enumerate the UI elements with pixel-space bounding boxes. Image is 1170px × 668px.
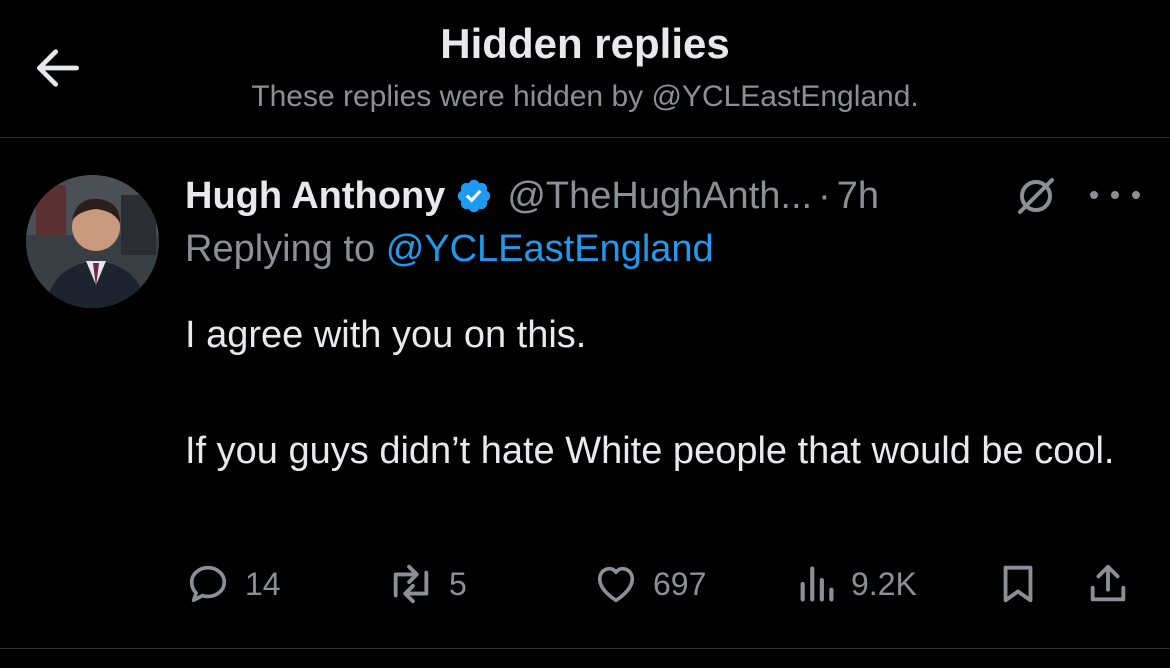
like-count: 697 <box>653 565 707 602</box>
bookmark-icon <box>1003 565 1033 603</box>
bookmark-button[interactable] <box>995 556 1041 612</box>
views-icon <box>800 566 834 602</box>
replying-to: Replying to @YCLEastEngland <box>185 228 714 271</box>
reply-button[interactable]: 14 <box>185 556 281 612</box>
share-button[interactable] <box>1085 556 1131 612</box>
repost-count: 5 <box>449 565 467 602</box>
tweet-text-line: If you guys didn’t hate White people tha… <box>185 430 1115 472</box>
grok-icon[interactable] <box>1012 172 1060 220</box>
author-handle[interactable]: @TheHughAnth... <box>507 175 812 218</box>
tweet-text-line: I agree with you on this. <box>185 314 587 356</box>
heart-icon <box>597 566 635 603</box>
avatar-image <box>26 175 159 308</box>
timestamp[interactable]: 7h <box>837 175 879 218</box>
more-dot <box>1132 191 1140 199</box>
tweet-body: I agree with you on this. If you guys di… <box>185 306 1145 480</box>
like-button[interactable]: 697 <box>593 556 706 612</box>
page-subtitle: These replies were hidden by @YCLEastEng… <box>251 80 919 113</box>
page-title: Hidden replies <box>440 20 730 67</box>
header: Hidden replies These replies were hidden… <box>0 0 1170 138</box>
replying-mention[interactable]: @YCLEastEngland <box>386 228 714 270</box>
views-count: 9.2K <box>851 565 917 602</box>
views-button[interactable]: 9.2K <box>795 556 917 612</box>
tweet-meta: Hugh Anthony @TheHughAnth... · 7h <box>185 168 879 224</box>
divider <box>0 648 1170 649</box>
reply-icon <box>189 565 227 603</box>
verified-badge-icon <box>458 179 491 213</box>
more-icon[interactable] <box>1090 178 1140 212</box>
replying-prefix: Replying to <box>185 228 376 270</box>
more-dot <box>1111 191 1119 199</box>
share-icon <box>1090 564 1126 602</box>
repost-button[interactable]: 5 <box>383 556 467 612</box>
repost-icon <box>393 564 429 604</box>
action-bar: 14 5 697 9.2K <box>185 556 1145 612</box>
author-name[interactable]: Hugh Anthony <box>185 175 445 218</box>
avatar[interactable] <box>26 175 159 308</box>
separator-dot: · <box>818 174 831 217</box>
more-dot <box>1090 191 1098 199</box>
reply-count: 14 <box>245 565 281 602</box>
